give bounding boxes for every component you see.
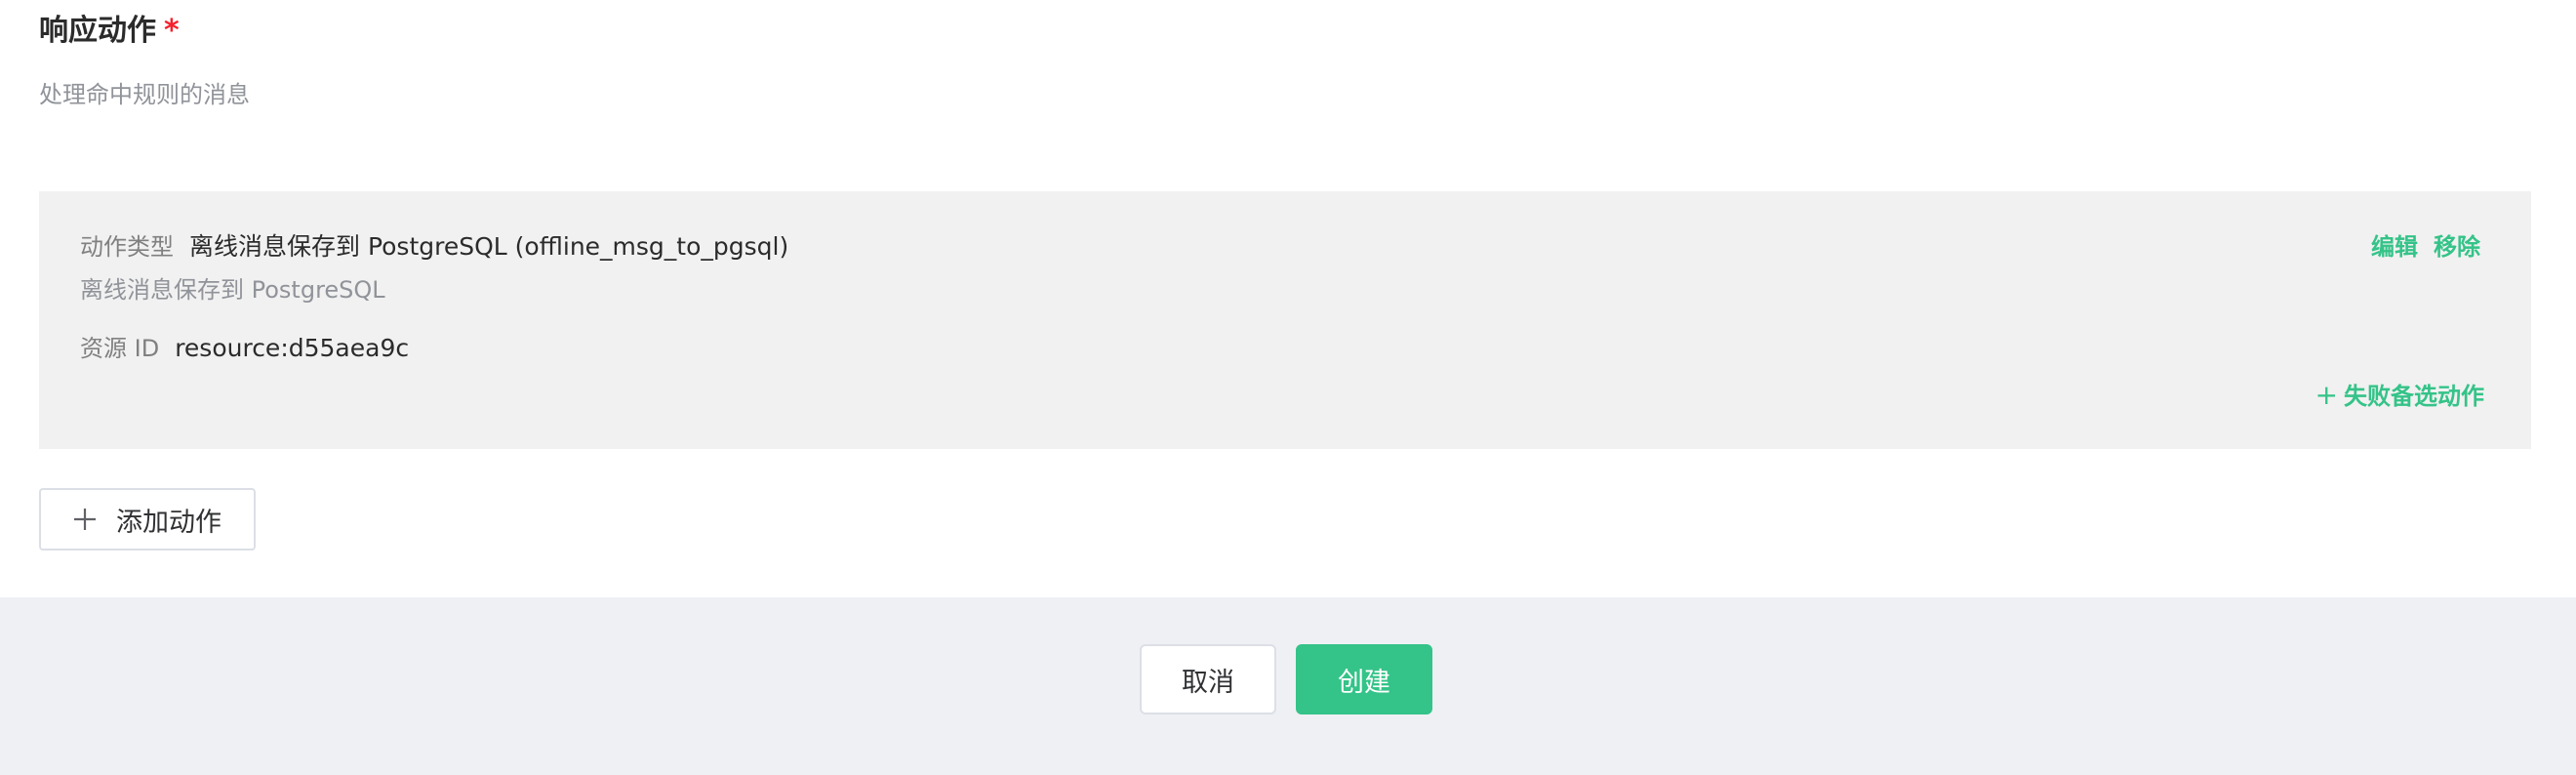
edit-button[interactable]: 编辑 bbox=[2371, 230, 2418, 264]
required-mark: * bbox=[164, 14, 180, 48]
section-description: 处理命中规则的消息 bbox=[39, 81, 250, 108]
action-type-row: 动作类型 离线消息保存到 PostgreSQL (offline_msg_to_p… bbox=[80, 230, 788, 266]
add-action-label: 添加动作 bbox=[116, 507, 221, 538]
section-title: 响应动作 * bbox=[39, 12, 180, 51]
main-area: 响应动作 * 处理命中规则的消息 动作类型 离线消息保存到 PostgreSQL (… bbox=[0, 0, 2576, 597]
add-action-button[interactable]: 添加动作 bbox=[39, 488, 256, 551]
remove-button[interactable]: 移除 bbox=[2434, 230, 2480, 264]
resource-row: 资源 ID resource:d55aea9c bbox=[80, 332, 409, 368]
add-fallback-action-button[interactable]: + 失败备选动作 bbox=[2315, 379, 2484, 413]
plus-icon: + bbox=[2314, 379, 2338, 411]
action-type-value: 离线消息保存到 PostgreSQL (offline_msg_to_pgsql… bbox=[189, 232, 789, 261]
card-actions: 编辑 移除 bbox=[2355, 230, 2480, 266]
resource-value: resource:d55aea9c bbox=[175, 334, 410, 362]
create-button[interactable]: 创建 bbox=[1296, 644, 1432, 714]
plus-icon bbox=[73, 508, 97, 531]
cancel-button[interactable]: 取消 bbox=[1140, 644, 1276, 714]
fallback-action-label: 失败备选动作 bbox=[2344, 383, 2484, 410]
section-title-text: 响应动作 bbox=[39, 14, 156, 48]
footer-bar: 取消 创建 bbox=[0, 597, 2576, 775]
action-card: 动作类型 离线消息保存到 PostgreSQL (offline_msg_to_p… bbox=[39, 191, 2531, 449]
action-type-description: 离线消息保存到 PostgreSQL bbox=[80, 276, 385, 304]
action-type-label: 动作类型 bbox=[80, 233, 174, 261]
resource-label: 资源 ID bbox=[80, 335, 160, 362]
